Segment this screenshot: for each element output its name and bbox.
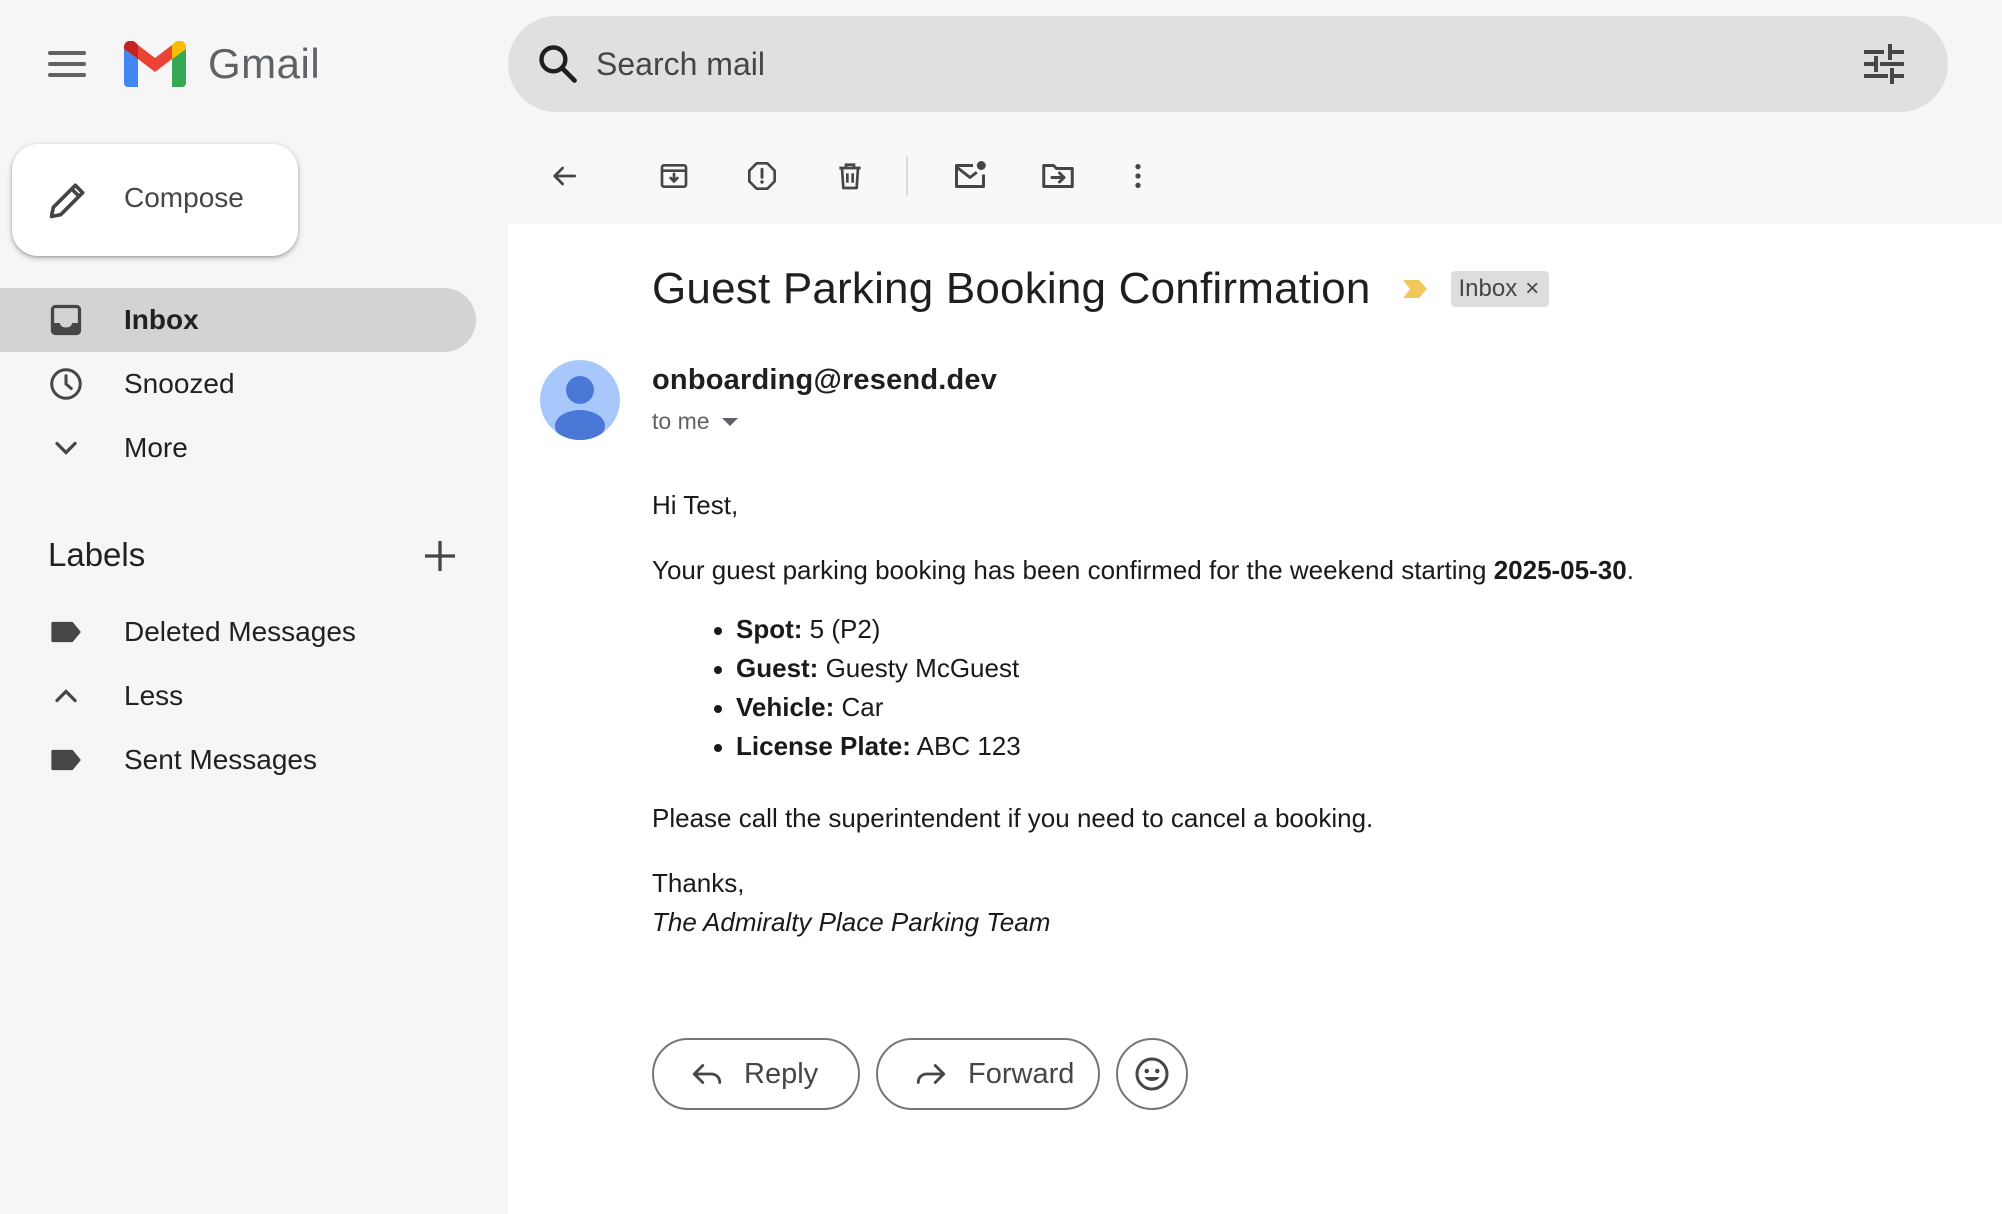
forward-icon [916, 1064, 946, 1084]
chevron-up-icon [55, 689, 77, 703]
gmail-m-icon [124, 41, 186, 87]
recipient-details-toggle[interactable]: to me [652, 408, 738, 435]
detail-value: ABC 123 [910, 731, 1021, 761]
toolbar-divider [906, 156, 908, 196]
main-menu-button[interactable] [44, 44, 90, 84]
delete-button[interactable] [828, 154, 872, 198]
sidebar-item-snoozed[interactable]: Snoozed [0, 352, 476, 416]
chevron-down-icon [55, 441, 77, 455]
message-toolbar [508, 128, 2002, 224]
sidebar-item-label: More [124, 432, 188, 463]
list-item: Vehicle: Car [714, 688, 1021, 727]
move-to-icon [1042, 164, 1074, 188]
header: Gmail Search mail [0, 0, 2002, 128]
pencil-icon [49, 183, 85, 219]
sidebar-item-label: Inbox [124, 304, 199, 335]
labels-heading: Labels [48, 536, 146, 573]
cancel-instructions: Please call the superintendent if you ne… [652, 803, 1374, 833]
detail-value: Car [834, 692, 884, 722]
clock-icon [50, 368, 82, 400]
forward-button[interactable]: Forward [876, 1038, 1100, 1110]
sidebar-item-label: Snoozed [124, 368, 235, 399]
caret-down-icon [721, 417, 738, 426]
detail-key: Guest: [736, 653, 819, 683]
sidebar-item-label: Sent Messages [124, 744, 317, 775]
gmail-logo[interactable]: Gmail [124, 40, 320, 88]
recipient-label: to me [652, 408, 710, 434]
back-arrow-icon [553, 166, 576, 186]
move-to-button[interactable] [1036, 154, 1080, 198]
booking-details-list: Spot: 5 (P2) Guest: Guesty McGuest Vehic… [714, 610, 1021, 766]
sidebar-item-label: Less [124, 680, 184, 711]
sidebar-item-inbox[interactable]: Inbox [0, 288, 476, 352]
closing: Thanks, [652, 868, 745, 898]
gmail-wordmark: Gmail [208, 40, 321, 87]
inbox-icon [50, 304, 82, 336]
archive-icon [660, 164, 688, 188]
signature: The Admiralty Place Parking Team [652, 907, 1051, 937]
search-options-icon[interactable] [1860, 40, 1908, 88]
intro-end: . [1626, 555, 1634, 585]
sidebar-item-label: Deleted Messages [124, 616, 356, 647]
detail-key: Spot: [736, 614, 803, 644]
reply-label: Reply [744, 1057, 819, 1090]
search-bar[interactable]: Search mail [508, 16, 1948, 112]
mark-unread-button[interactable] [948, 154, 992, 198]
forward-label: Forward [968, 1057, 1075, 1090]
gmail-app: Gmail Search mail Compose Inbox Snoozed … [0, 0, 2002, 1214]
detail-value: 5 (P2) [802, 614, 881, 644]
compose-button[interactable]: Compose [12, 144, 298, 256]
label-icon [51, 621, 81, 643]
importance-marker-icon[interactable] [1401, 278, 1429, 300]
back-button[interactable] [542, 154, 586, 198]
message-pane: Guest Parking Booking Confirmation Inbox… [508, 128, 2002, 1214]
booking-date: 2025-05-30 [1493, 555, 1627, 585]
intro-text: Your guest parking booking has been conf… [652, 555, 1494, 585]
detail-value: Guesty McGuest [818, 653, 1020, 683]
delete-icon [839, 163, 861, 190]
person-icon [555, 376, 605, 440]
remove-label-button[interactable]: × [1525, 277, 1539, 301]
emoji-reaction-button[interactable] [1116, 1038, 1188, 1110]
detail-key: License Plate: [736, 731, 911, 761]
intro-paragraph: Your guest parking booking has been conf… [652, 551, 1634, 590]
sidebar-item-deleted-messages[interactable]: Deleted Messages [0, 600, 476, 664]
email-subject: Guest Parking Booking Confirmation [652, 264, 1371, 313]
search-icon[interactable] [536, 42, 580, 86]
list-item: Guest: Guesty McGuest [714, 649, 1021, 688]
greeting: Hi Test, [652, 490, 739, 520]
compose-label: Compose [124, 182, 244, 213]
subject-row: Guest Parking Booking Confirmation Inbox… [652, 264, 1550, 314]
add-label-icon[interactable] [420, 536, 460, 576]
sidebar-item-more[interactable]: More [0, 416, 476, 480]
sidebar-item-less[interactable]: Less [0, 664, 476, 728]
report-spam-button[interactable] [740, 154, 784, 198]
more-options-button[interactable] [1116, 154, 1160, 198]
chip-label: Inbox [1458, 275, 1518, 302]
smiley-icon [1135, 1057, 1169, 1091]
mark-unread-icon [955, 161, 986, 188]
reply-icon [692, 1064, 722, 1084]
reply-button[interactable]: Reply [652, 1038, 860, 1110]
report-spam-icon [748, 162, 776, 190]
archive-button[interactable] [652, 154, 696, 198]
more-vert-icon [1135, 164, 1141, 188]
search-input[interactable]: Search mail [596, 46, 765, 83]
label-icon [51, 749, 81, 771]
list-item: Spot: 5 (P2) [714, 610, 1021, 649]
sidebar-item-sent-messages[interactable]: Sent Messages [0, 728, 476, 792]
sender-avatar[interactable] [540, 360, 620, 440]
sender-email[interactable]: onboarding@resend.dev [652, 364, 997, 397]
list-item: License Plate: ABC 123 [714, 727, 1021, 766]
inbox-label-chip: Inbox × [1450, 271, 1550, 307]
detail-key: Vehicle: [736, 692, 835, 722]
